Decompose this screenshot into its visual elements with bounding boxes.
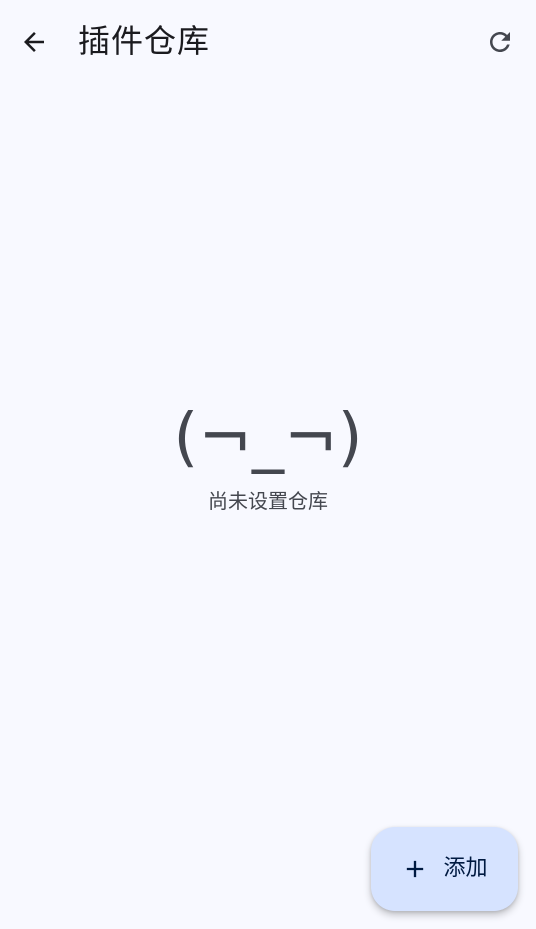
add-repository-fab[interactable]: 添加 [371,827,518,911]
refresh-icon [490,32,510,52]
top-app-bar: 插件仓库 [0,0,536,84]
arrow-left-icon [24,32,44,52]
plus-icon [407,860,424,878]
empty-state: (¬_¬) 尚未设置仓库 [0,395,536,515]
empty-kaomoji: (¬_¬) [173,401,363,475]
add-fab-label: 添加 [443,856,488,881]
back-button[interactable] [12,20,56,64]
refresh-button[interactable] [478,20,522,64]
empty-message: 尚未设置仓库 [208,489,328,513]
page-title: 插件仓库 [78,22,211,60]
